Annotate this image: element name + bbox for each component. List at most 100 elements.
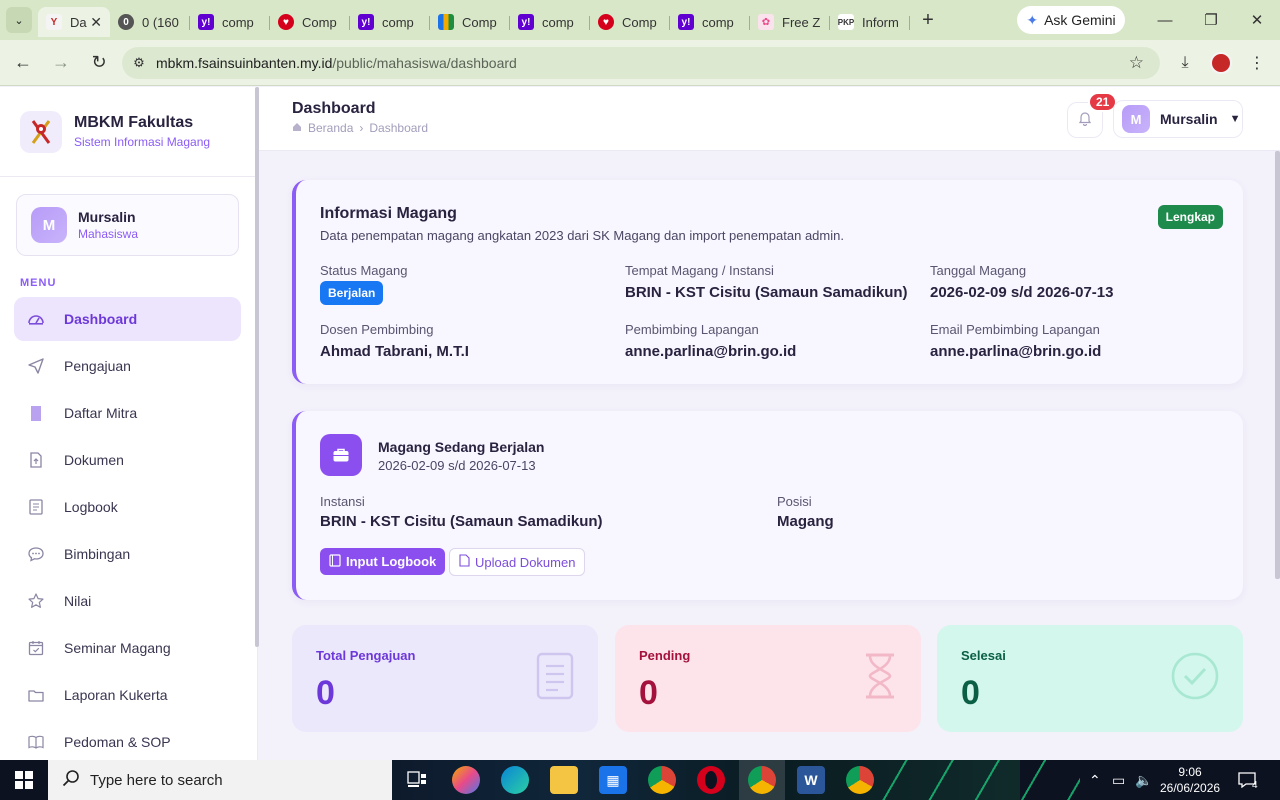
tab-yahoo[interactable]: y! comp xyxy=(190,7,270,37)
browser-menu-icon[interactable]: ⋮ xyxy=(1242,48,1272,78)
chevron-up-icon[interactable]: ⌃ xyxy=(1089,760,1101,800)
sidebar-item-logbook[interactable]: Logbook xyxy=(14,485,241,529)
stat-value: 0 xyxy=(316,674,335,712)
taskbar-search-input[interactable]: Type here to search xyxy=(48,760,392,800)
edge-browser-icon[interactable] xyxy=(501,766,529,794)
stat-label: Selesai xyxy=(961,648,1006,663)
sidebar-item-seminar-magang[interactable]: Seminar Magang xyxy=(14,626,241,670)
close-tab-icon[interactable]: ✕ xyxy=(90,14,102,31)
sidebar-scrollbar[interactable] xyxy=(255,87,259,647)
address-bar[interactable]: ⚙ mbkm.fsainsuinbanten.my.id/public/maha… xyxy=(122,47,1160,79)
restore-icon[interactable]: ❐ xyxy=(1188,0,1234,40)
taskbar-clock[interactable]: 9:06 26/06/2026 xyxy=(1160,764,1220,796)
sidebar-item-label: Dashboard xyxy=(64,311,138,327)
building-icon xyxy=(26,403,46,423)
sidebar-item-laporan-kukerta[interactable]: Laporan Kukerta xyxy=(14,673,241,717)
copilot-icon[interactable] xyxy=(452,766,480,794)
windows-start-icon[interactable] xyxy=(0,760,48,800)
tab-search-icon[interactable]: ⌄ xyxy=(6,7,32,33)
bookmark-star-icon[interactable]: ☆ xyxy=(1129,53,1144,73)
sidebar-item-label: Daftar Mitra xyxy=(64,405,138,421)
gemini-icon: ✦ xyxy=(1026,11,1039,28)
notification-count: 4 xyxy=(1252,779,1258,791)
tab-free[interactable]: ✿ Free Z xyxy=(750,7,830,37)
avatar: M xyxy=(31,207,67,243)
clock-date: 26/06/2026 xyxy=(1160,781,1221,795)
download-icon[interactable]: ⤓ xyxy=(1170,48,1200,78)
heart-mail-icon: ♥ xyxy=(598,14,614,30)
task-view-icon[interactable] xyxy=(403,766,431,794)
user-card[interactable]: M Mursalin Mahasiswa xyxy=(16,194,239,256)
field-value: anne.parlina@brin.go.id xyxy=(930,343,1102,360)
forward-icon[interactable]: → xyxy=(46,48,76,78)
tab-title: Free Z xyxy=(782,14,821,30)
tab-yahoo[interactable]: y! comp xyxy=(670,7,750,37)
faculty-logo-icon xyxy=(20,110,62,153)
notification-center-icon[interactable]: 4 xyxy=(1238,760,1258,800)
bell-icon xyxy=(1077,110,1093,131)
tab-drive[interactable]: Comp xyxy=(430,7,510,37)
user-role: Mahasiswa xyxy=(78,227,139,241)
internship-info-card: Informasi Magang Data penempatan magang … xyxy=(292,180,1243,384)
close-window-icon[interactable]: ✕ xyxy=(1234,0,1280,40)
breadcrumb-home[interactable]: Beranda xyxy=(308,121,353,135)
heart-mail-icon: ♥ xyxy=(278,14,294,30)
tab-mail[interactable]: ♥ Comp xyxy=(590,7,670,37)
status-magang-badge: Berjalan xyxy=(320,281,384,305)
field-value: anne.parlina@brin.go.id xyxy=(625,343,797,360)
tab-mail[interactable]: ♥ Comp xyxy=(270,7,350,37)
date-range: 2026-02-09 s/d 2026-07-13 xyxy=(378,458,536,473)
sidebar-item-dokumen[interactable]: Dokumen xyxy=(14,438,241,482)
minimize-icon[interactable]: — xyxy=(1142,0,1188,40)
site-info-icon[interactable]: ⚙ xyxy=(122,55,156,71)
profile-avatar[interactable] xyxy=(1206,48,1236,78)
main-scrollbar[interactable] xyxy=(1275,151,1280,579)
sidebar-menu: Dashboard Pengajuan Daftar Mitra Dokumen… xyxy=(14,297,241,760)
sidebar-item-nilai[interactable]: Nilai xyxy=(14,579,241,623)
brand-subtitle: Sistem Informasi Magang xyxy=(74,135,211,149)
field-label: Dosen Pembimbing xyxy=(320,322,434,337)
file-explorer-icon[interactable] xyxy=(550,766,578,794)
chrome-profile-icon[interactable] xyxy=(748,766,776,794)
opera-icon[interactable] xyxy=(697,766,725,794)
sidebar-item-bimbingan[interactable]: Bimbingan xyxy=(14,532,241,576)
field-value: Ahmad Tabrani, M.T.I xyxy=(320,343,469,360)
field-value: Magang xyxy=(777,513,834,530)
stat-value: 0 xyxy=(961,674,980,712)
sidebar-item-daftar-mitra[interactable]: Daftar Mitra xyxy=(14,391,241,435)
pkp-logo-icon: PKP xyxy=(838,14,854,30)
sidebar-item-dashboard[interactable]: Dashboard xyxy=(14,297,241,341)
reload-icon[interactable]: ↻ xyxy=(84,48,114,78)
brand[interactable]: MBKM Fakultas Sistem Informasi Magang xyxy=(0,87,257,177)
input-logbook-button[interactable]: Input Logbook xyxy=(320,548,446,575)
chrome-icon[interactable] xyxy=(846,766,874,794)
new-tab-icon[interactable]: + xyxy=(914,6,942,34)
word-icon[interactable]: W xyxy=(797,766,825,794)
brand-name: MBKM Fakultas xyxy=(74,114,194,131)
field-instansi: Instansi BRIN - KST Cisitu (Samaun Samad… xyxy=(320,494,603,530)
tab-yahoo[interactable]: y! comp xyxy=(510,7,590,37)
microsoft-store-icon[interactable]: ▦ xyxy=(599,766,627,794)
chrome-icon[interactable] xyxy=(648,766,676,794)
ask-gemini-label: Ask Gemini xyxy=(1044,12,1116,28)
tab-dashboard[interactable]: Y Da ✕ xyxy=(38,7,110,37)
stat-card-selesai: Selesai 0 xyxy=(937,625,1243,732)
volume-icon[interactable]: 🔈 xyxy=(1135,760,1152,800)
ask-gemini-button[interactable]: ✦ Ask Gemini xyxy=(1017,6,1125,34)
tab-yahoo[interactable]: y! comp xyxy=(350,7,430,37)
field-posisi: Posisi Magang xyxy=(777,494,834,530)
battery-icon[interactable]: ▭ xyxy=(1112,760,1125,800)
back-icon[interactable]: ← xyxy=(8,48,38,78)
breadcrumb: Beranda › Dashboard xyxy=(292,121,428,135)
user-menu-button[interactable]: M Mursalin ▼ xyxy=(1113,100,1243,138)
sidebar-item-pedoman-sop[interactable]: Pedoman & SOP xyxy=(14,720,241,760)
stat-value: 0 xyxy=(639,674,658,712)
field-label: Tempat Magang / Instansi xyxy=(625,263,774,278)
tab-inform[interactable]: PKP Inform xyxy=(830,7,910,37)
sidebar-item-pengajuan[interactable]: Pengajuan xyxy=(14,344,241,388)
tab-chat[interactable]: 0 0 (160 xyxy=(110,7,190,37)
check-circle-icon xyxy=(1171,652,1219,705)
stat-card-pending: Pending 0 xyxy=(615,625,921,732)
upload-dokumen-button[interactable]: Upload Dokumen xyxy=(449,548,586,576)
sidebar-item-label: Pengajuan xyxy=(64,358,131,374)
